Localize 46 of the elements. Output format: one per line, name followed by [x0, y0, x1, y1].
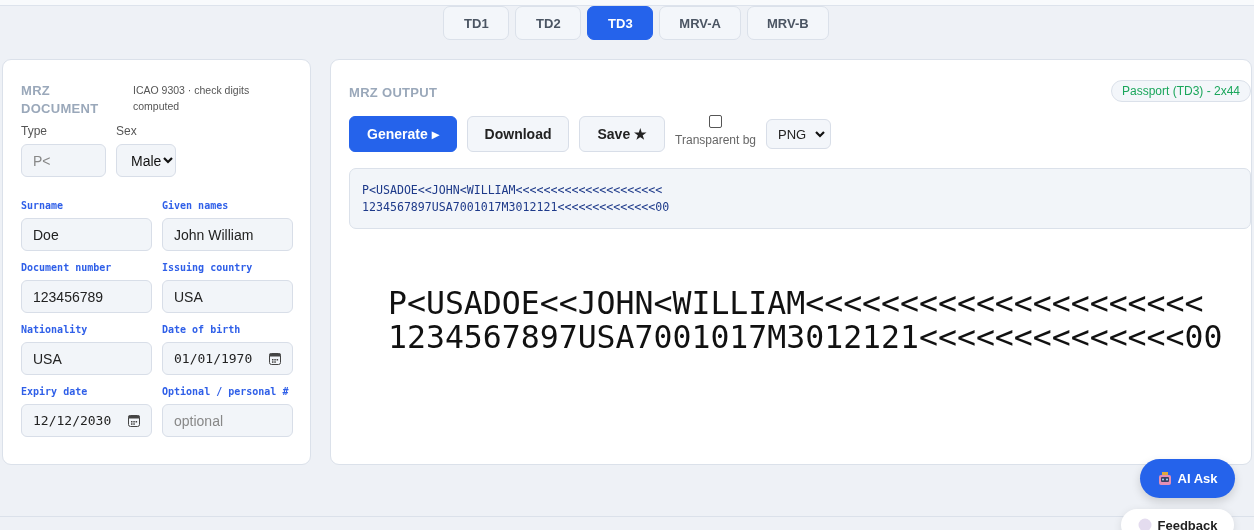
- chevron-down-icon: [815, 130, 826, 138]
- tab[interactable]: MRV-B: [747, 6, 829, 40]
- date-field[interactable]: 12/12/2030: [21, 404, 152, 437]
- robot-icon: [1157, 471, 1172, 486]
- field-label: Date of birth: [162, 324, 242, 335]
- field-label: Optional / personal #: [162, 386, 290, 397]
- format-select[interactable]: PNG: [766, 119, 831, 149]
- panel-title: MRZ OUTPUT: [349, 84, 438, 102]
- input-field[interactable]: Doe: [21, 218, 152, 251]
- tab[interactable]: TD2: [515, 6, 582, 40]
- field-label: Expiry date: [21, 386, 89, 397]
- calendar-icon[interactable]: [269, 352, 281, 365]
- feedback-button[interactable]: Feedback: [1121, 509, 1234, 530]
- input-field[interactable]: optional: [162, 404, 293, 437]
- input-field[interactable]: John William: [162, 218, 293, 251]
- input-field[interactable]: P<: [21, 144, 106, 177]
- tab[interactable]: MRV-A: [659, 6, 741, 40]
- ai-ask-button[interactable]: AI Ask: [1140, 459, 1235, 498]
- checkbox[interactable]: [709, 115, 723, 128]
- calendar-icon[interactable]: [128, 414, 140, 427]
- panel-title: MRZ DOCUMENT: [21, 82, 100, 118]
- input-field[interactable]: USA: [162, 280, 293, 313]
- action-button[interactable]: Save ★: [579, 116, 666, 152]
- mrz-line: P<USADOE<<JOHN<WILLIAM<<<<<<<<<<<<<<<<<<<<<: [388, 286, 1205, 320]
- format-badge: Passport (TD3) - 2x44: [1110, 80, 1251, 102]
- input-field[interactable]: 123456789: [21, 280, 152, 313]
- date-field[interactable]: 01/01/1970: [162, 342, 293, 375]
- field-label: Nationality: [21, 324, 89, 335]
- field-label: Given names: [162, 200, 230, 211]
- tab[interactable]: TD3: [587, 6, 654, 40]
- field-label: Sex: [116, 124, 138, 138]
- input-field[interactable]: USA: [21, 342, 152, 375]
- field-label: Type: [21, 124, 48, 138]
- chevron-down-icon: [163, 157, 174, 164]
- panel-note: ICAO 9303 · check digits computed: [133, 83, 251, 114]
- bubble-icon: [1137, 518, 1152, 530]
- action-button[interactable]: Download: [466, 116, 570, 152]
- mrz-text-box: P<USADOE<<JOHN<WILLIAM<<<<<<<<<<<<<<<<<<<<< 1234567897USA7001017M3012121<<<<<<<<<<<<<<00: [349, 168, 1251, 229]
- sex-select[interactable]: Male: [116, 144, 176, 177]
- mrz-line: 1234567897USA7001017M3012121<<<<<<<<<<<<<<00: [388, 320, 1224, 354]
- checkbox-label: Transparent bg: [675, 133, 756, 147]
- field-label: Surname: [21, 200, 65, 211]
- field-label: Issuing country: [162, 262, 254, 273]
- field-label: Document number: [21, 262, 113, 273]
- tab[interactable]: TD1: [443, 6, 510, 40]
- action-button[interactable]: Generate ▸: [349, 116, 457, 152]
